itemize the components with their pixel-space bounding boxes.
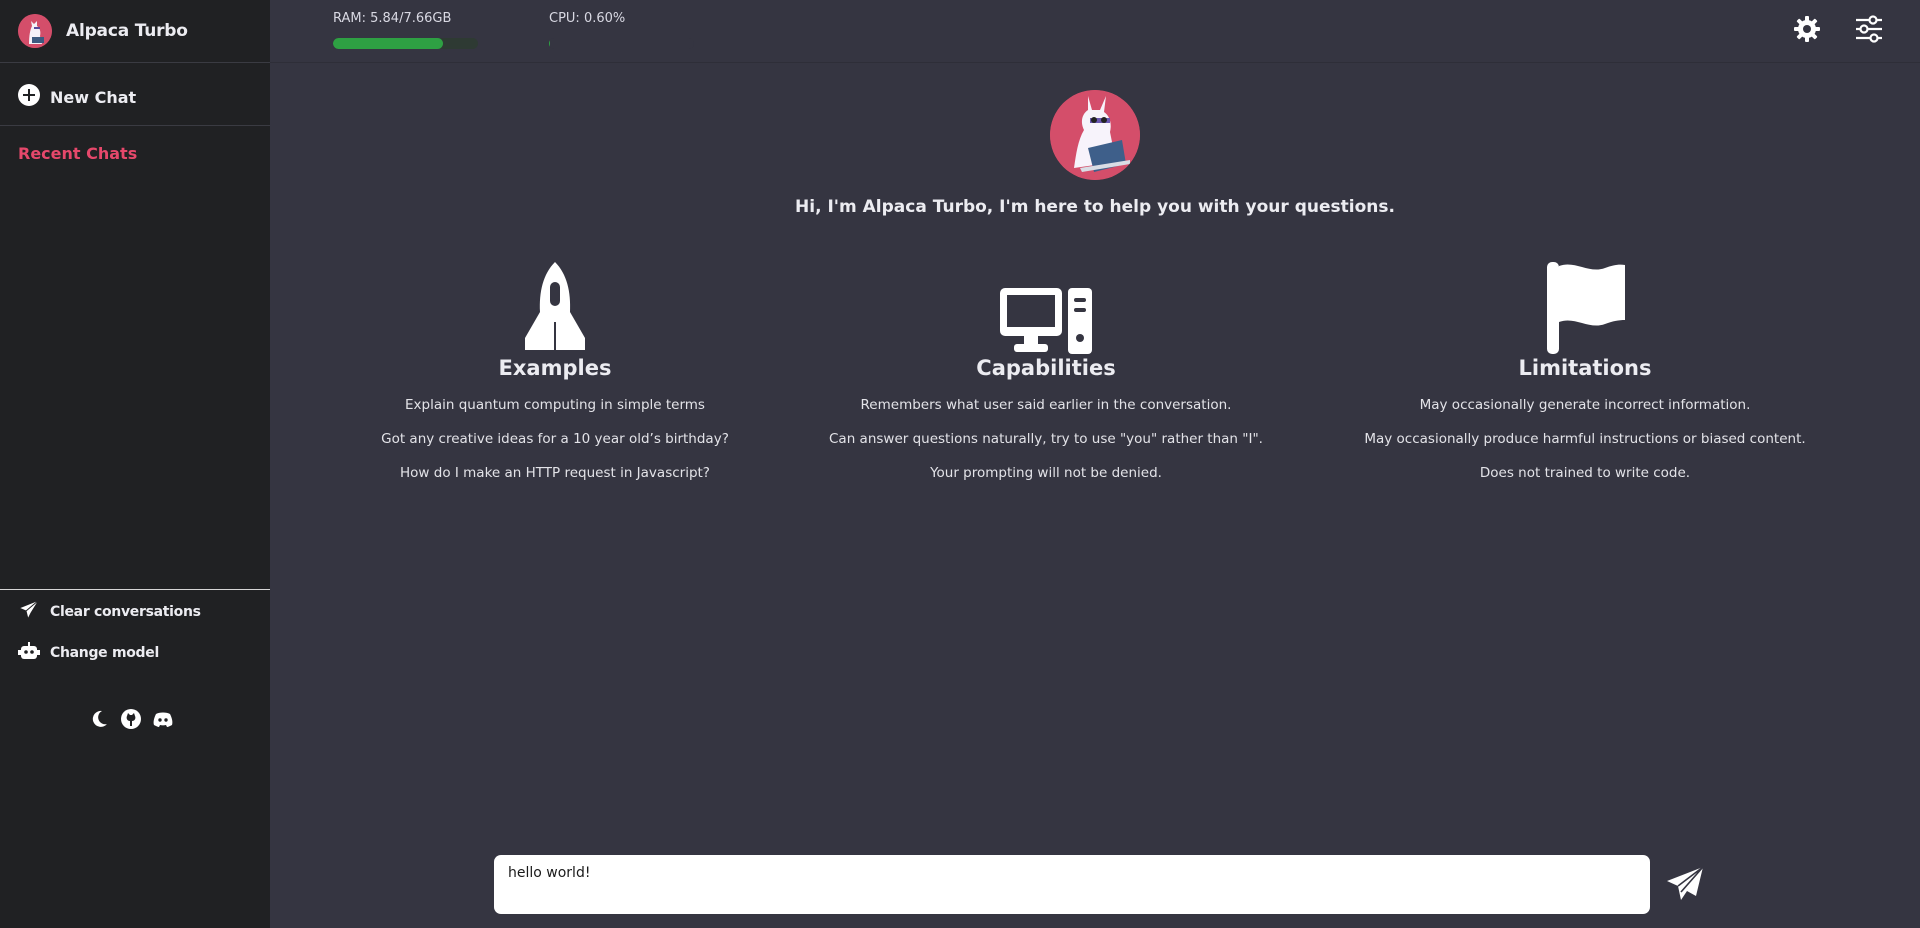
- sidebar: Alpaca Turbo New Chat Recent Chats Clear…: [0, 0, 270, 928]
- examples-column: Examples Explain quantum computing in si…: [275, 260, 835, 483]
- divider: [0, 589, 270, 590]
- moon-icon[interactable]: [88, 708, 110, 730]
- clear-conversations-label: Clear conversations: [50, 604, 201, 620]
- discord-icon[interactable]: [152, 708, 174, 730]
- cpu-progress-fill: [549, 38, 550, 49]
- sliders-icon[interactable]: [1854, 14, 1884, 44]
- limitations-column: Limitations May occasionally generate in…: [1305, 260, 1865, 483]
- ram-progress-bar: [333, 38, 478, 49]
- new-chat-button[interactable]: New Chat: [18, 84, 136, 110]
- limitations-title: Limitations: [1518, 356, 1652, 380]
- ram-progress-fill: [333, 38, 444, 49]
- social-links: [88, 708, 174, 730]
- greeting-text: Hi, I'm Alpaca Turbo, I'm here to help y…: [795, 197, 1395, 217]
- change-model-label: Change model: [50, 645, 159, 661]
- plus-circle-icon: [18, 84, 40, 110]
- app-title: Alpaca Turbo: [66, 21, 188, 41]
- limitation-item: May occasionally generate incorrect info…: [1419, 397, 1751, 413]
- capability-item: Remembers what user said earlier in the …: [860, 397, 1232, 413]
- robot-icon: [18, 640, 40, 666]
- alpaca-avatar-icon: [18, 14, 52, 48]
- change-model-button[interactable]: Change model: [18, 640, 159, 666]
- capabilities-title: Capabilities: [976, 356, 1116, 380]
- capability-item: Can answer questions naturally, try to u…: [829, 431, 1263, 447]
- limitation-item: Does not trained to write code.: [1479, 465, 1691, 481]
- gear-icon[interactable]: [1792, 14, 1822, 44]
- paper-plane-icon: [17, 598, 41, 625]
- clear-conversations-button[interactable]: Clear conversations: [17, 598, 201, 625]
- new-chat-label: New Chat: [50, 87, 137, 107]
- send-icon[interactable]: [1666, 866, 1704, 904]
- capability-item: Your prompting will not be denied.: [930, 465, 1162, 481]
- divider: [0, 62, 270, 63]
- cpu-progress-bar: [549, 38, 694, 49]
- recent-chats-heading: Recent Chats: [18, 144, 138, 163]
- rocket-icon: [275, 260, 835, 354]
- github-icon[interactable]: [120, 708, 142, 730]
- example-item[interactable]: Explain quantum computing in simple term…: [275, 396, 835, 415]
- flag-icon: [1305, 260, 1865, 354]
- capabilities-column: Capabilities Remembers what user said ea…: [766, 260, 1326, 483]
- example-item[interactable]: How do I make an HTTP request in Javascr…: [275, 464, 835, 483]
- limitation-item: May occasionally produce harmful instruc…: [1364, 431, 1806, 447]
- alpaca-hero-avatar: [1050, 90, 1140, 180]
- cpu-label: CPU: 0.60%: [549, 11, 626, 26]
- divider: [0, 125, 270, 126]
- examples-title: Examples: [498, 356, 612, 380]
- example-item[interactable]: Got any creative ideas for a 10 year old…: [275, 430, 835, 449]
- ram-label: RAM: 5.84/7.66GB: [333, 11, 452, 26]
- computer-icon: [766, 260, 1326, 354]
- topbar: RAM: 5.84/7.66GB CPU: 0.60%: [270, 0, 1920, 63]
- chat-input[interactable]: hello world!: [494, 855, 1650, 914]
- brand[interactable]: Alpaca Turbo: [18, 14, 188, 48]
